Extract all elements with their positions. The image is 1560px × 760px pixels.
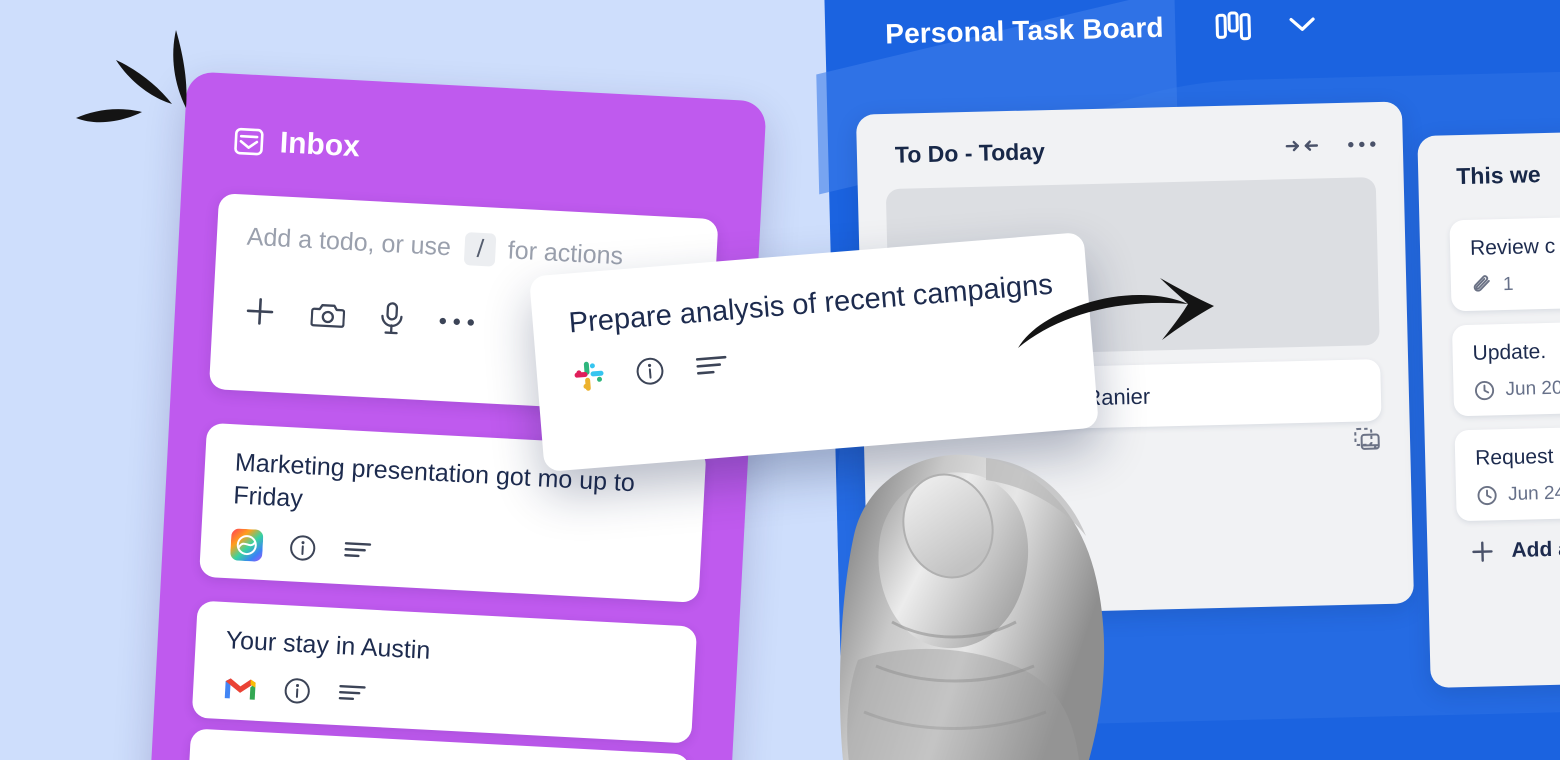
compose-placeholder-suffix: for actions xyxy=(507,236,624,271)
notes-lines-icon[interactable] xyxy=(337,682,368,706)
card-meta-text: Jun 20 xyxy=(1505,377,1560,400)
board-header-actions xyxy=(1215,9,1318,41)
add-card-button[interactable]: Add a xyxy=(1445,514,1560,565)
info-circle-icon[interactable] xyxy=(283,676,312,705)
notes-lines-icon[interactable] xyxy=(342,539,373,563)
plus-icon xyxy=(1469,538,1496,565)
column-header-actions xyxy=(1285,135,1377,155)
card-meta-text: 1 xyxy=(1502,273,1514,295)
microphone-icon[interactable] xyxy=(378,301,406,336)
column-title: To Do - Today xyxy=(894,138,1046,168)
clock-icon xyxy=(1473,379,1496,402)
notes-lines-icon[interactable] xyxy=(694,353,730,380)
inbox-item-title: Your stay in Austin xyxy=(225,626,432,665)
card-meta: 1 xyxy=(1471,269,1560,297)
ellipsis-icon[interactable] xyxy=(439,316,475,328)
plus-icon[interactable] xyxy=(242,294,278,330)
column-header: This we xyxy=(1417,128,1560,191)
board-columns-icon[interactable] xyxy=(1215,11,1254,42)
gmail-icon xyxy=(223,674,258,702)
info-circle-icon[interactable] xyxy=(634,355,666,387)
card-meta: Jun 24 xyxy=(1476,479,1560,507)
inbox-item-title xyxy=(220,752,663,760)
compose-placeholder-prefix: Add a todo, or use xyxy=(246,222,452,262)
slash-key-hint: / xyxy=(464,232,497,267)
card-meta: Jun 20 xyxy=(1473,374,1560,402)
clock-icon xyxy=(1476,484,1499,507)
collapse-horizontal-icon[interactable] xyxy=(1285,136,1319,155)
ellipsis-icon[interactable] xyxy=(1347,139,1377,150)
add-card-label: Add a xyxy=(1511,537,1560,562)
duplicate-icon[interactable] xyxy=(1354,427,1381,454)
screenshot-stage: Personal Task Board To Do - Today Ranier… xyxy=(0,0,1560,760)
inbox-tray-icon xyxy=(233,126,265,158)
card-title: Update. xyxy=(1472,339,1547,365)
inbox-item[interactable]: Your stay in Austin xyxy=(191,600,698,744)
inbox-item-meta xyxy=(230,528,675,583)
board-card[interactable]: Request Jun 24 xyxy=(1454,423,1560,521)
board-header: Personal Task Board xyxy=(885,8,1318,51)
column-body: Review c 1 Update. Jun 20 Request Jun 24… xyxy=(1419,183,1560,566)
column-title: This we xyxy=(1455,161,1541,190)
info-circle-icon[interactable] xyxy=(288,533,317,562)
page-title: Personal Task Board xyxy=(884,11,1164,50)
card-title: Review c xyxy=(1469,234,1556,260)
board-card[interactable]: Review c 1 xyxy=(1449,213,1560,312)
inbox-header: Inbox xyxy=(183,71,767,185)
rainbow-app-icon xyxy=(230,528,264,562)
inbox-item-meta xyxy=(223,673,668,724)
paperclip-icon xyxy=(1471,274,1494,297)
inbox-title: Inbox xyxy=(279,126,361,164)
chevron-down-icon[interactable] xyxy=(1287,14,1317,35)
camera-icon[interactable] xyxy=(310,299,346,331)
card-meta-text: Jun 24 xyxy=(1507,482,1560,505)
board-card[interactable]: Update. Jun 20 xyxy=(1451,318,1560,417)
board-column-this-week: This we Review c 1 Update. Jun 20 Reques… xyxy=(1417,128,1560,688)
slack-icon xyxy=(572,359,606,393)
card-title: Request xyxy=(1474,444,1554,470)
